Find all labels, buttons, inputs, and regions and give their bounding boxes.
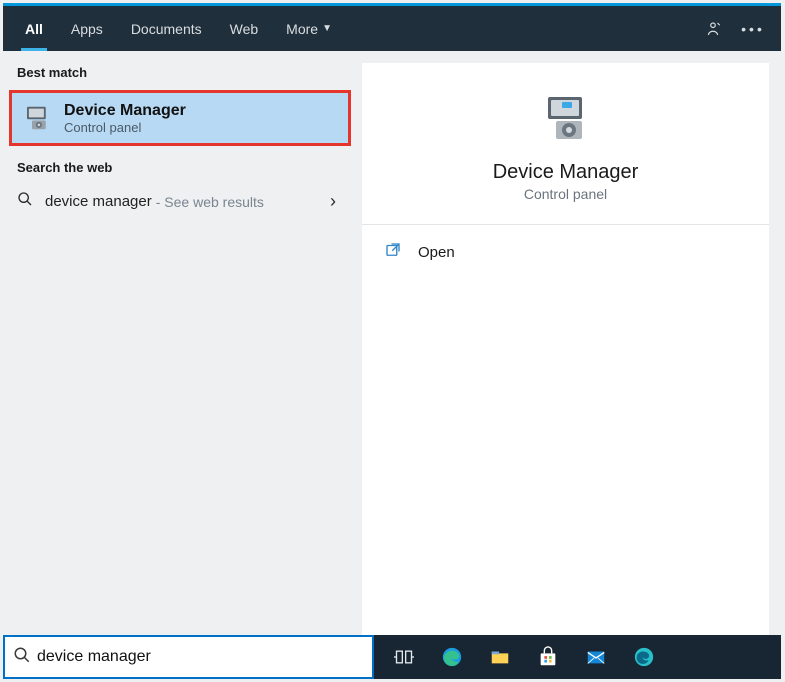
tab-web[interactable]: Web <box>216 6 273 51</box>
best-match-subtitle: Control panel <box>64 120 186 135</box>
spacer <box>346 6 693 51</box>
tab-label: All <box>25 21 43 37</box>
tab-all[interactable]: All <box>11 6 57 51</box>
tab-documents[interactable]: Documents <box>117 6 216 51</box>
results-list: Best match Device Manager Control panel <box>3 51 357 677</box>
tab-label: Apps <box>71 21 103 37</box>
detail-title: Device Manager <box>493 161 639 184</box>
search-web-header: Search the web <box>3 146 357 181</box>
more-options-icon[interactable]: ••• <box>733 6 773 51</box>
store-icon[interactable] <box>524 635 572 679</box>
best-match-header: Best match <box>3 51 357 86</box>
device-manager-icon <box>20 101 54 135</box>
tab-label: Documents <box>131 21 202 37</box>
tab-more[interactable]: More ▼ <box>272 6 346 51</box>
detail-header: Device Manager Control panel <box>362 63 769 225</box>
results-area: Best match Device Manager Control panel <box>3 51 781 677</box>
task-view-icon[interactable] <box>380 635 428 679</box>
best-match-text: Device Manager Control panel <box>64 102 186 135</box>
tab-label: Web <box>230 21 259 37</box>
tab-apps[interactable]: Apps <box>57 6 117 51</box>
detail-subtitle: Control panel <box>524 186 607 202</box>
chevron-right-icon: › <box>323 191 343 212</box>
open-action[interactable]: Open <box>362 225 769 280</box>
search-box[interactable] <box>3 635 374 679</box>
file-explorer-icon[interactable] <box>476 635 524 679</box>
mail-icon[interactable] <box>572 635 620 679</box>
taskbar <box>374 635 781 679</box>
device-manager-large-icon <box>538 91 594 147</box>
detail-pane: Device Manager Control panel Open <box>362 63 769 665</box>
feedback-icon[interactable] <box>693 6 733 51</box>
search-icon <box>13 646 31 669</box>
open-icon <box>384 241 404 264</box>
best-match-title: Device Manager <box>64 102 186 120</box>
open-label: Open <box>418 244 455 261</box>
web-term: device manager <box>45 193 152 210</box>
edge-icon[interactable] <box>428 635 476 679</box>
web-result-item[interactable]: device manager - See web results › <box>3 181 357 222</box>
filter-tabs: All Apps Documents Web More ▼ ••• <box>3 6 781 51</box>
chevron-down-icon: ▼ <box>322 23 332 34</box>
search-input[interactable] <box>37 648 364 666</box>
search-icon <box>17 191 37 212</box>
web-hint: - See web results <box>156 194 264 210</box>
search-panel: All Apps Documents Web More ▼ ••• Best ma… <box>3 3 781 677</box>
edge-alt-icon[interactable] <box>620 635 668 679</box>
best-match-item[interactable]: Device Manager Control panel <box>9 90 351 146</box>
bottom-bar <box>3 635 781 679</box>
tab-label: More <box>286 21 318 37</box>
